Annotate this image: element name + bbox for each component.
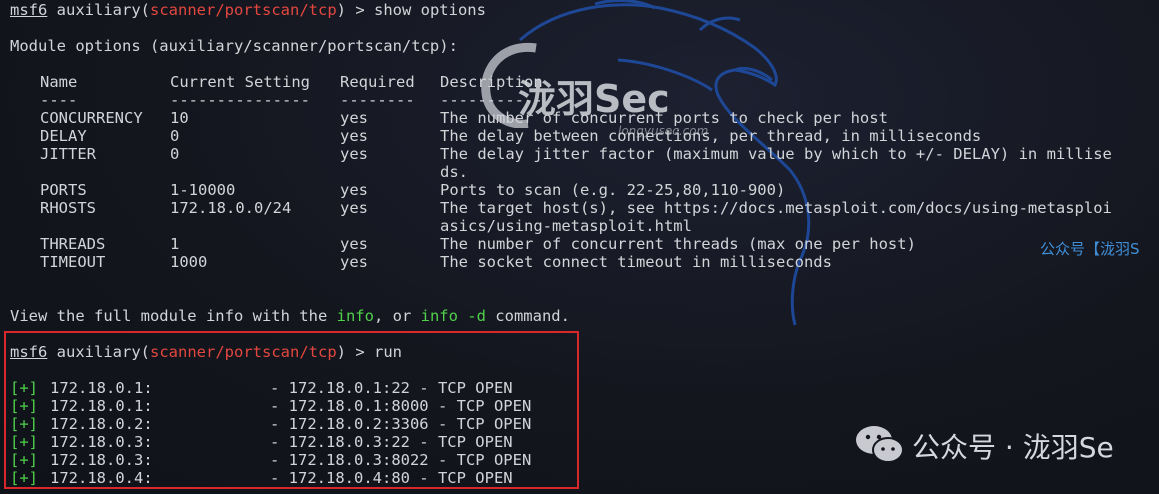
result-host: 172.18.0.1: [50, 397, 153, 415]
info-line: View the full module info with the info,… [10, 307, 570, 325]
prompt-module-path: scanner/portscan/tcp [150, 1, 337, 19]
option-required: yes [340, 181, 368, 199]
option-description: The number of concurrent ports to check … [440, 109, 888, 127]
option-setting: 10 [170, 109, 189, 127]
info-line-suffix: command. [485, 307, 570, 325]
col-header-name: Name [40, 73, 78, 91]
option-name: THREADS [40, 235, 106, 253]
prompt-line-1: msf6 auxiliary(scanner/portscan/tcp) > s… [10, 1, 486, 19]
prompt-line-2: msf6 auxiliary(scanner/portscan/tcp) > r… [10, 343, 402, 361]
info-d-command: info -d [420, 307, 486, 325]
wechat-icon [856, 426, 904, 463]
option-setting: 0 [170, 145, 180, 163]
option-description: The delay jitter factor (maximum value b… [440, 145, 1112, 163]
option-name: RHOSTS [40, 199, 96, 217]
prompt-module-type: auxiliary [56, 343, 141, 361]
info-line-prefix: View the full module info with the [10, 307, 337, 325]
option-setting: 172.18.0.0/24 [170, 199, 292, 217]
option-name: TIMEOUT [40, 253, 106, 271]
option-name: JITTER [40, 145, 96, 163]
option-setting: 1 [170, 235, 180, 253]
option-required: yes [340, 145, 368, 163]
option-name: CONCURRENCY [40, 109, 143, 127]
result-host: 172.18.0.3: [50, 451, 153, 469]
option-required: yes [340, 127, 368, 145]
result-host: 172.18.0.2: [50, 415, 153, 433]
result-host: 172.18.0.1: [50, 379, 153, 397]
result-tag: [+] [10, 379, 38, 397]
option-description: The delay between connections, per threa… [440, 127, 982, 145]
prompt-command: show options [373, 1, 486, 19]
option-required: yes [340, 253, 368, 271]
option-name: PORTS [40, 181, 87, 199]
info-line-mid: , or [373, 307, 421, 325]
option-description-wrap: asics/using-metasploit.html [440, 217, 692, 235]
col-header-required: Required [340, 73, 415, 91]
option-setting: 1000 [170, 253, 208, 271]
result-tag: [+] [10, 433, 38, 451]
result-text: - 172.18.0.2:3306 - TCP OPEN [270, 415, 532, 433]
option-name: DELAY [40, 127, 87, 145]
option-description-wrap: ds. [440, 163, 468, 181]
option-required: yes [340, 109, 368, 127]
col-separator: --------------- [170, 91, 310, 109]
option-setting: 0 [170, 127, 180, 145]
result-tag: [+] [10, 415, 38, 433]
option-required: yes [340, 235, 368, 253]
watermark-bottom-text: 公众号 · 泷羽Se [912, 431, 1114, 464]
col-separator: -------- [340, 91, 415, 109]
col-header-setting: Current Setting [170, 73, 310, 91]
prompt-command: run [373, 343, 402, 361]
result-text: - 172.18.0.1:8000 - TCP OPEN [270, 397, 532, 415]
option-required: yes [340, 199, 368, 217]
option-description: The number of concurrent threads (max on… [440, 235, 916, 253]
result-text: - 172.18.0.1:22 - TCP OPEN [270, 379, 513, 397]
terminal-window[interactable]: 泷羽Sec longyusec.com msf6 auxiliary(scann… [0, 0, 1159, 494]
module-options-header: Module options (auxiliary/scanner/portsc… [10, 37, 458, 55]
option-setting: 1-10000 [170, 181, 236, 199]
result-text: - 172.18.0.3:8022 - TCP OPEN [270, 451, 532, 469]
result-text: - 172.18.0.3:22 - TCP OPEN [270, 433, 513, 451]
prompt-module-type: auxiliary [56, 1, 141, 19]
info-command: info [336, 307, 374, 325]
prompt-module-path: scanner/portscan/tcp [150, 343, 337, 361]
result-host: 172.18.0.4: [50, 469, 153, 487]
option-description: The socket connect timeout in millisecon… [440, 253, 832, 271]
col-header-description: Description [440, 73, 543, 91]
option-description: Ports to scan (e.g. 22-25,80,110-900) [440, 181, 786, 199]
result-text: - 172.18.0.4:80 - TCP OPEN [270, 469, 513, 487]
col-separator: ----------- [440, 91, 543, 109]
watermark-side-text: 公众号【泷羽S [1040, 240, 1140, 258]
prompt-host: msf6 [10, 343, 48, 361]
result-tag: [+] [10, 469, 38, 487]
result-host: 172.18.0.3: [50, 433, 153, 451]
option-description: The target host(s), see https://docs.met… [440, 199, 1112, 217]
result-tag: [+] [10, 451, 38, 469]
result-tag: [+] [10, 397, 38, 415]
prompt-host: msf6 [10, 1, 48, 19]
col-separator: ---- [40, 91, 78, 109]
